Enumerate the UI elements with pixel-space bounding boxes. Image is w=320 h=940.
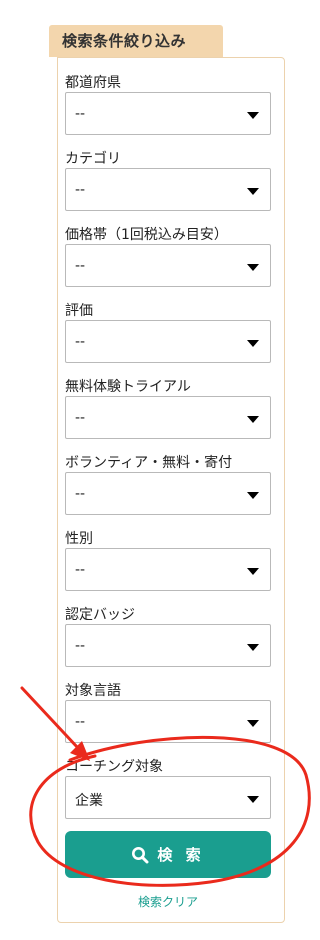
gender-select-value: -- — [75, 562, 86, 578]
rating-select-value: -- — [75, 334, 86, 350]
caret-down-icon — [247, 796, 259, 803]
clear-search-link[interactable]: 検索クリア — [65, 893, 271, 910]
volunteer-select[interactable]: -- — [65, 472, 271, 515]
price-select-value: -- — [75, 258, 86, 274]
caret-down-icon — [247, 720, 259, 727]
language-select[interactable]: -- — [65, 700, 271, 743]
caret-down-icon — [247, 644, 259, 651]
free-trial-select-value: -- — [75, 410, 86, 426]
search-button[interactable]: 検 索 — [65, 831, 271, 878]
prefecture-label: 都道府県 — [65, 75, 121, 91]
caret-down-icon — [247, 188, 259, 195]
caret-down-icon — [247, 264, 259, 271]
caret-down-icon — [247, 492, 259, 499]
language-label: 対象言語 — [65, 683, 121, 699]
rating-label: 評価 — [65, 303, 93, 319]
filter-panel-title: 検索条件絞り込み — [49, 25, 223, 57]
category-select[interactable]: -- — [65, 168, 271, 211]
volunteer-label: ボランティア・無料・寄付 — [65, 455, 233, 471]
rating-select[interactable]: -- — [65, 320, 271, 363]
search-icon — [132, 846, 149, 863]
gender-label: 性別 — [65, 531, 93, 547]
free-trial-select[interactable]: -- — [65, 396, 271, 439]
free-trial-label: 無料体験トライアル — [65, 379, 191, 395]
caret-down-icon — [247, 112, 259, 119]
coaching-target-select-value: 企業 — [75, 793, 103, 809]
gender-select[interactable]: -- — [65, 548, 271, 591]
price-label: 価格帯（1回税込み目安） — [65, 227, 228, 243]
coaching-target-select[interactable]: 企業 — [65, 776, 271, 819]
caret-down-icon — [247, 416, 259, 423]
prefecture-select[interactable]: -- — [65, 92, 271, 135]
caret-down-icon — [247, 340, 259, 347]
category-label: カテゴリ — [65, 151, 121, 167]
category-select-value: -- — [75, 182, 86, 198]
badge-select-value: -- — [75, 638, 86, 654]
caret-down-icon — [247, 568, 259, 575]
prefecture-select-value: -- — [75, 106, 86, 122]
coaching-target-label: コーチング対象 — [65, 759, 163, 775]
language-select-value: -- — [75, 714, 86, 730]
badge-select[interactable]: -- — [65, 624, 271, 667]
volunteer-select-value: -- — [75, 486, 86, 502]
badge-label: 認定バッジ — [65, 607, 135, 623]
search-button-label: 検 索 — [157, 846, 205, 864]
price-select[interactable]: -- — [65, 244, 271, 287]
